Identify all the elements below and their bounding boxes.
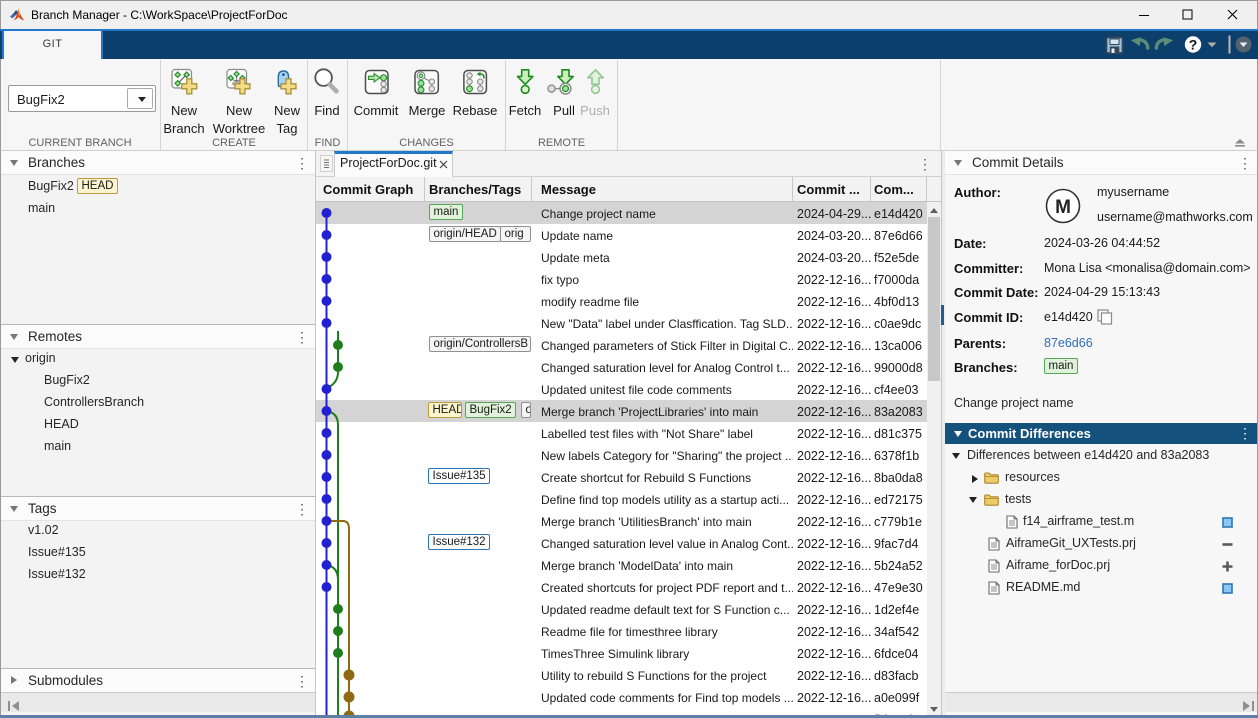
svg-text:M: M (1055, 197, 1071, 218)
